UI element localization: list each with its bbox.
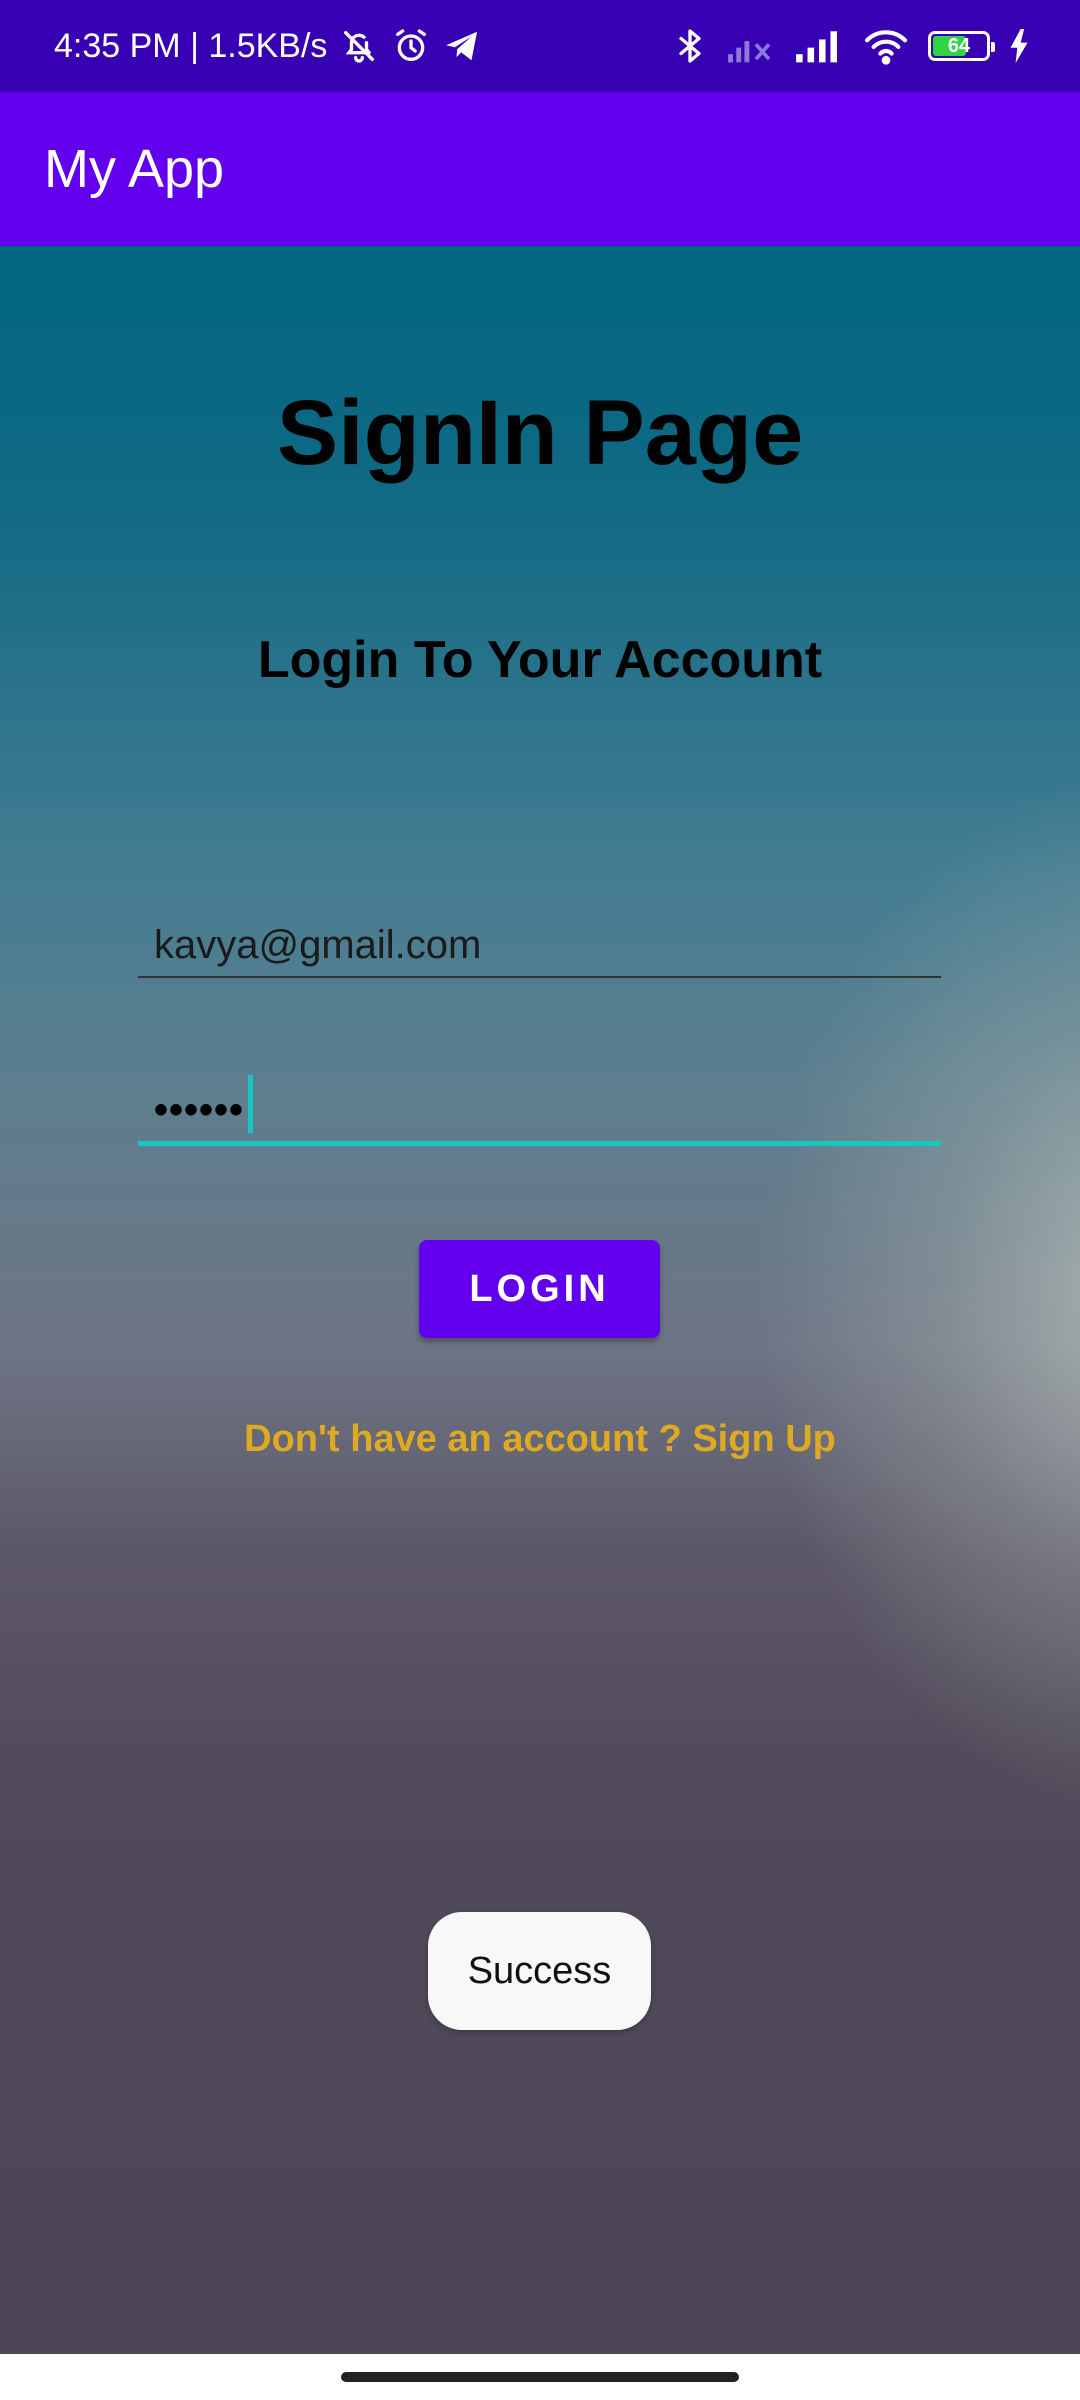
signal-icon — [794, 28, 844, 64]
bluetooth-icon — [672, 26, 708, 66]
status-bar: 4:35 PM | 1.5KB/s 64 — [0, 0, 1080, 92]
page-title: SignIn Page — [276, 382, 804, 484]
page-subtitle: Login To Your Account — [257, 631, 823, 689]
mute-bell-icon — [339, 26, 379, 66]
email-field[interactable]: kavya@gmail.com — [138, 898, 941, 978]
email-value: kavya@gmail.com — [154, 923, 482, 967]
signin-content: SignIn Page Login To Your Account kavya@… — [0, 246, 1080, 2354]
wifi-icon — [862, 27, 910, 65]
home-indicator[interactable] — [341, 2372, 739, 2382]
app-bar: My App — [0, 92, 1080, 246]
status-left: 4:35 PM | 1.5KB/s — [54, 26, 481, 66]
toast-message: Success — [428, 1912, 651, 2030]
signup-link[interactable]: Don't have an account ? Sign Up — [0, 1418, 1080, 1461]
charging-icon — [1008, 29, 1030, 63]
password-value: •••••• — [154, 1088, 245, 1132]
password-field[interactable]: •••••• — [138, 1066, 941, 1146]
app-title: My App — [44, 139, 225, 199]
status-right: 64 — [672, 26, 1030, 66]
login-button[interactable]: LOGIN — [419, 1240, 660, 1338]
battery-icon: 64 — [928, 31, 995, 61]
screen: 4:35 PM | 1.5KB/s 64 My App SignIn Page … — [0, 0, 1080, 2400]
telegram-icon — [443, 27, 481, 65]
signal-off-icon — [726, 28, 776, 64]
navigation-bar — [0, 2354, 1080, 2400]
text-cursor — [248, 1075, 254, 1133]
battery-level: 64 — [947, 34, 971, 57]
status-time-speed: 4:35 PM | 1.5KB/s — [54, 26, 328, 65]
alarm-icon — [391, 26, 431, 66]
